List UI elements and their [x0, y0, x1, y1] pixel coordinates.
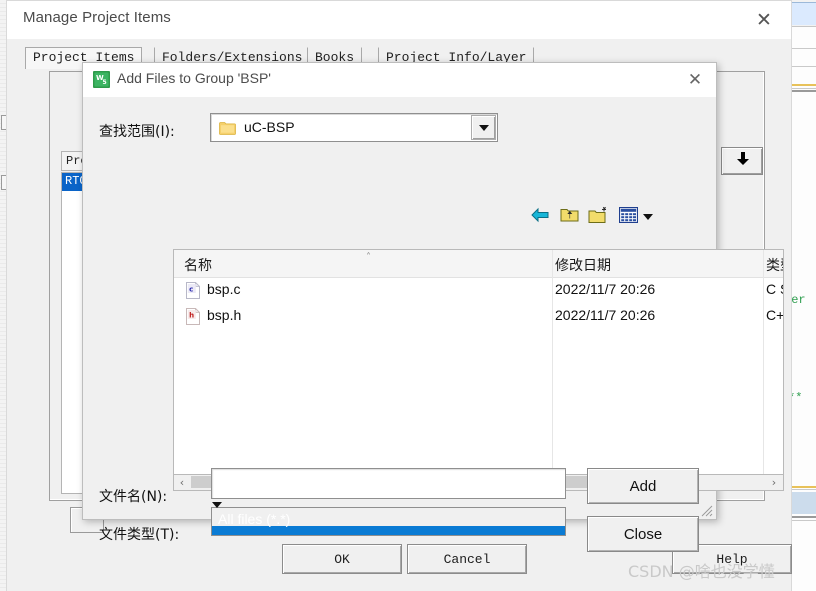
h-file-icon: h: [186, 307, 201, 325]
add-files-body: 查找范围(I): uC-BSP 名称 修改日期 类 ˄ c bsp.c 2022…: [83, 97, 784, 552]
file-type: C+: [766, 307, 784, 323]
column-header-type[interactable]: 类型: [766, 255, 783, 275]
scroll-right-arrow-icon[interactable]: ›: [766, 475, 782, 489]
filename-input[interactable]: [211, 468, 566, 499]
window-title: Manage Project Items: [23, 9, 171, 26]
filetype-combobox[interactable]: All files (*.*): [211, 502, 566, 536]
filetype-label: 文件类型(T):: [99, 527, 180, 543]
close-button[interactable]: Close: [587, 516, 699, 552]
c-file-icon: c: [186, 281, 201, 299]
filename-label: 文件名(N):: [99, 489, 168, 505]
close-icon[interactable]: ✕: [747, 5, 781, 35]
add-files-dialog: W 5 Add Files to Group 'BSP' ✕ 查找范围(I): …: [82, 62, 784, 552]
lookin-combobox[interactable]: uC-BSP: [210, 113, 498, 142]
add-files-title-bar: W 5 Add Files to Group 'BSP' ✕: [83, 63, 716, 97]
file-type: C S: [766, 281, 783, 297]
new-folder-icon: [588, 206, 609, 229]
cancel-button[interactable]: Cancel: [407, 544, 527, 574]
close-icon[interactable]: ✕: [680, 66, 710, 94]
filetype-value: All files (*.*): [218, 511, 291, 527]
up-folder-icon: [560, 206, 579, 228]
resize-grip-icon[interactable]: [700, 504, 713, 517]
lookin-label: 查找范围(I):: [99, 124, 175, 140]
move-down-button[interactable]: [721, 147, 763, 175]
views-dropdown-button[interactable]: [635, 204, 661, 230]
up-folder-button[interactable]: [556, 204, 582, 230]
window-title-bar: Manage Project Items ✕: [7, 1, 791, 39]
file-name: bsp.h: [207, 307, 242, 323]
file-list[interactable]: 名称 修改日期 类型 ˄ c b: [173, 249, 784, 475]
back-icon: [530, 207, 550, 228]
sort-caret-icon: ˄: [366, 252, 371, 263]
file-modified: 2022/11/7 20:26: [555, 281, 656, 297]
column-header-modified[interactable]: 修改日期: [555, 255, 611, 275]
svg-text:c: c: [189, 285, 193, 293]
views-chevron-icon: [643, 214, 653, 220]
folder-icon: [219, 121, 236, 135]
lookin-value: uC-BSP: [244, 119, 295, 135]
down-arrow-icon: [734, 150, 751, 172]
add-button[interactable]: Add: [587, 468, 699, 504]
svg-text:5: 5: [103, 79, 107, 86]
svg-text:h: h: [189, 311, 194, 319]
screenshot-root: ber ) ** Manage Project Items ✕ Project …: [0, 0, 816, 591]
file-list-header: 名称 修改日期 类型 ˄: [174, 250, 783, 278]
new-folder-button[interactable]: [585, 204, 611, 230]
back-button[interactable]: [527, 204, 553, 230]
file-name: bsp.c: [207, 281, 241, 297]
editor-tab[interactable]: [791, 2, 816, 25]
lookin-dropdown-button[interactable]: [471, 115, 496, 140]
csdn-watermark: CSDN @啥也没学懂: [628, 562, 775, 581]
column-header-name[interactable]: 名称: [184, 255, 212, 275]
add-files-title: Add Files to Group 'BSP': [117, 70, 271, 86]
chevron-down-icon: [478, 124, 489, 131]
uvision-icon: W 5: [93, 71, 110, 88]
file-modified: 2022/11/7 20:26: [555, 307, 656, 323]
scroll-left-arrow-icon[interactable]: ‹: [174, 475, 190, 489]
ok-button[interactable]: OK: [282, 544, 402, 574]
